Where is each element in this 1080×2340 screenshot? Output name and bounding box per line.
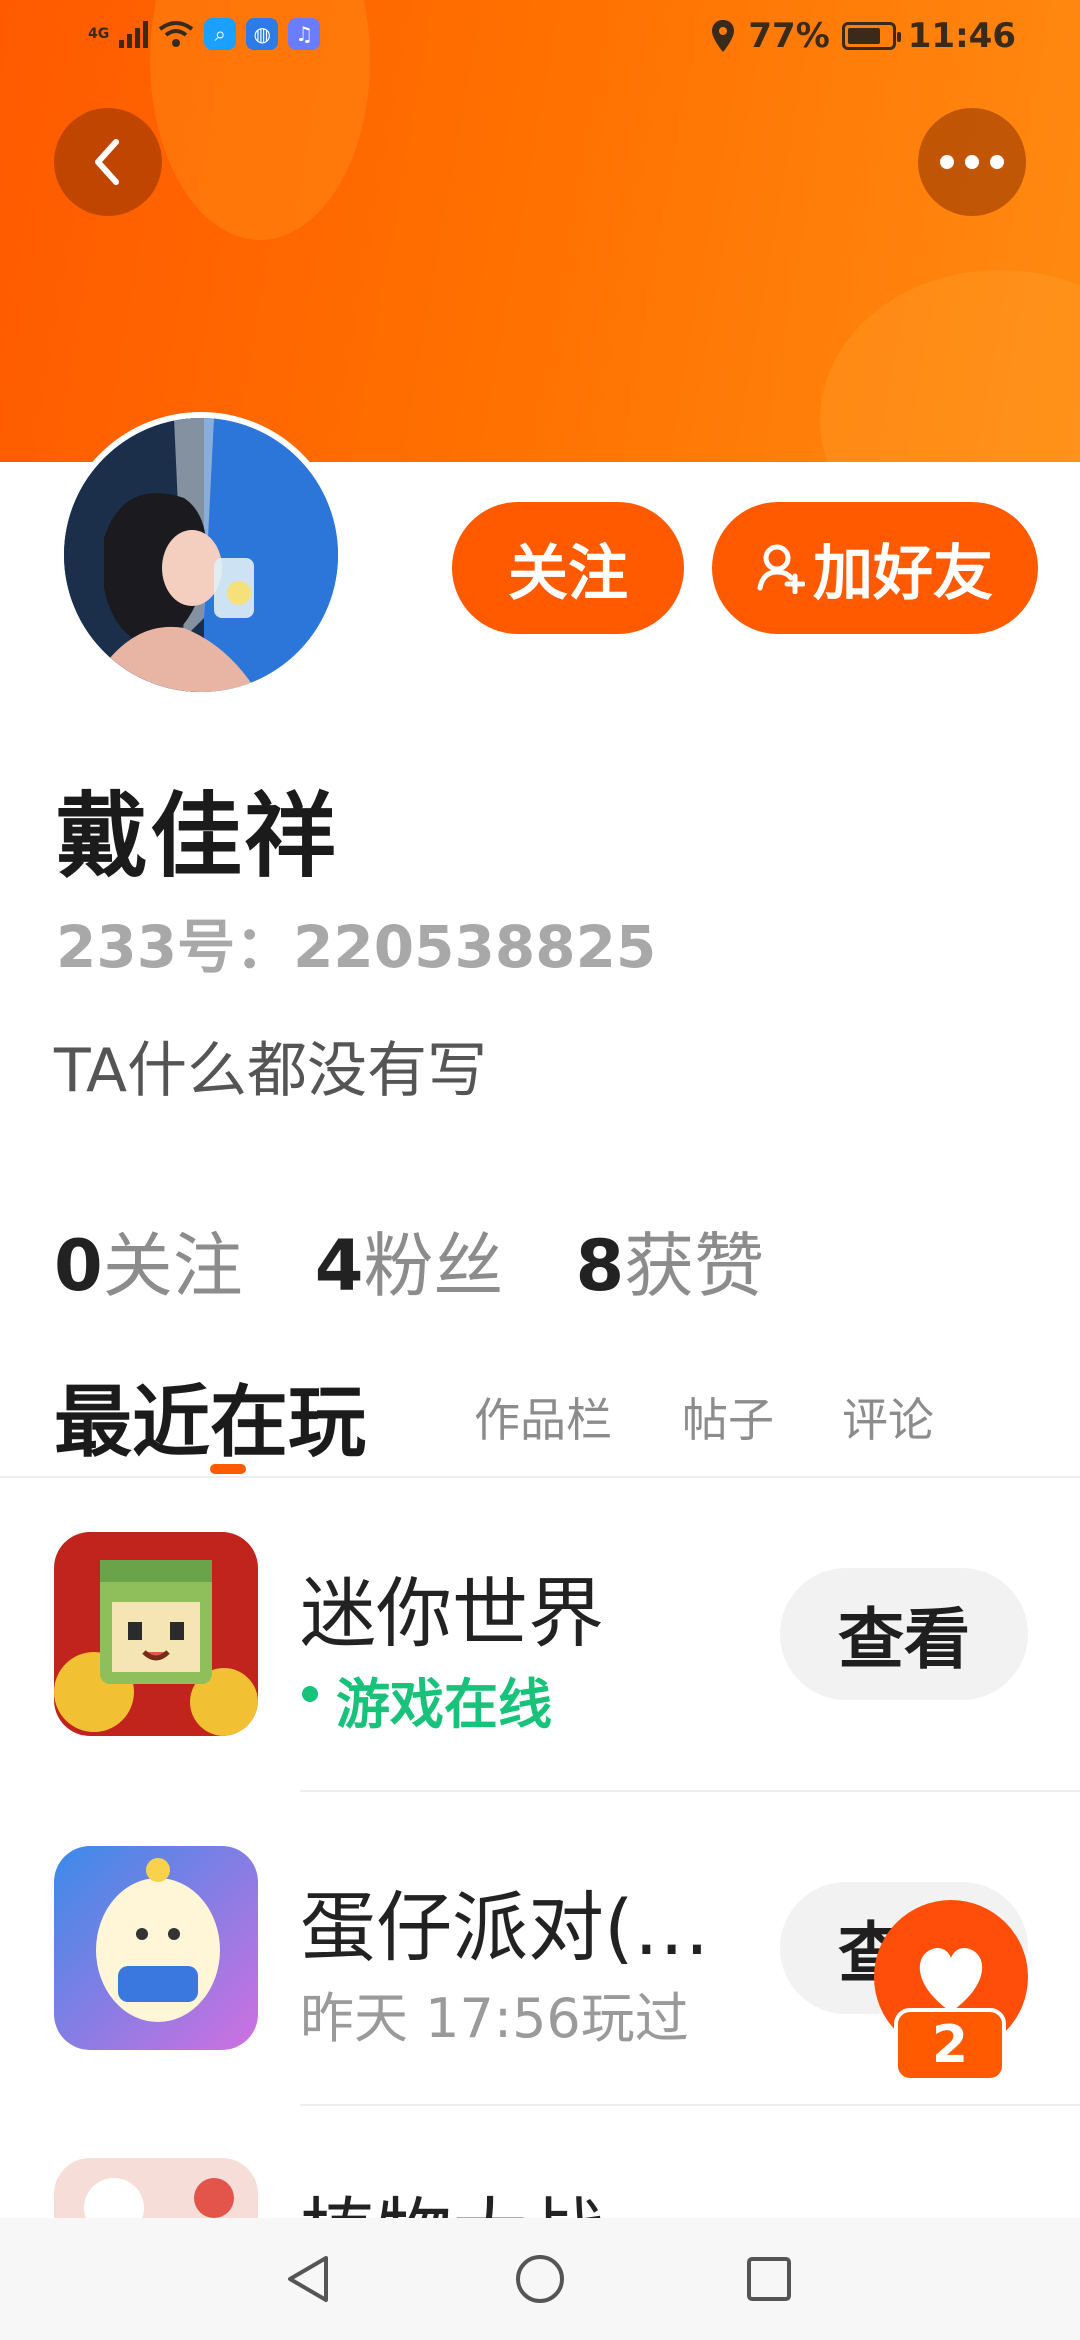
nav-recents-icon[interactable] xyxy=(742,2252,796,2306)
profile-tabs: 最近在玩 作品栏 帖子 评论 xyxy=(54,1360,1054,1474)
fans-label: 粉丝 xyxy=(363,1225,504,1307)
search-app-icon: ⌕ xyxy=(204,18,237,50)
profile-uid: 233号：220538825 xyxy=(56,913,657,981)
network-type: 4G xyxy=(88,26,110,42)
game-last-played: 昨天 17:56玩过 xyxy=(300,1987,689,2050)
following-count: 0 xyxy=(54,1225,103,1307)
like-count-badge: 2 xyxy=(894,2008,1006,2082)
tab-works[interactable]: 作品栏 xyxy=(474,1384,612,1450)
more-options-button[interactable] xyxy=(918,108,1026,216)
likes-label: 获赞 xyxy=(624,1225,765,1307)
battery-icon xyxy=(841,22,901,50)
online-status-dot xyxy=(302,1686,318,1702)
tab-posts[interactable]: 帖子 xyxy=(682,1384,774,1450)
profile-bio: TA什么都没有写 xyxy=(54,1036,488,1106)
active-tab-indicator xyxy=(210,1464,246,1474)
follow-button[interactable]: 关注 xyxy=(452,502,684,634)
game-icon-eggy-party xyxy=(54,1846,258,2050)
avatar[interactable] xyxy=(58,412,344,698)
game-row[interactable]: 植物大战 xyxy=(0,2158,1080,2218)
status-bar: 4G ⌕ ◍ ♫ 77% 11:46 xyxy=(0,0,1080,80)
game-status: 游戏在线 xyxy=(336,1673,552,1736)
battery-percent: 77% xyxy=(748,16,830,56)
add-friend-label: 加好友 xyxy=(813,538,993,609)
add-user-icon xyxy=(757,544,805,594)
row-separator xyxy=(300,1790,1080,1792)
game-icon-mini-world xyxy=(54,1532,258,1736)
back-button[interactable] xyxy=(54,108,162,216)
nav-home-icon[interactable] xyxy=(513,2252,567,2306)
avatar-illustration xyxy=(64,418,338,692)
game-title: 植物大战 xyxy=(300,2172,604,2218)
game-icon-plants-vs-zombies xyxy=(54,2158,258,2218)
tabs-divider xyxy=(0,1476,1080,1478)
stat-following[interactable]: 0关注 xyxy=(54,1210,243,1311)
game-title: 迷你世界 xyxy=(300,1569,604,1658)
music-app-icon: ♫ xyxy=(288,18,321,50)
fans-count: 4 xyxy=(314,1225,364,1307)
profile-stats: 0关注 4粉丝 8获赞 xyxy=(54,1210,764,1311)
signal-icon xyxy=(119,20,149,48)
tab-comments[interactable]: 评论 xyxy=(842,1384,934,1450)
browser-app-icon: ◍ xyxy=(246,18,279,50)
stat-likes[interactable]: 8获赞 xyxy=(575,1210,764,1311)
profile-name: 戴佳祥 xyxy=(56,783,339,890)
row-separator xyxy=(300,2104,1080,2106)
nav-back-icon[interactable] xyxy=(282,2252,336,2306)
wifi-icon xyxy=(159,21,194,47)
game-row[interactable]: 迷你世界 游戏在线 查看 xyxy=(0,1532,1080,1832)
game-title: 蛋仔派对(… xyxy=(300,1883,710,1972)
location-icon xyxy=(712,20,735,52)
chevron-left-icon xyxy=(95,139,119,185)
view-game-button[interactable]: 查看 xyxy=(780,1568,1028,1700)
more-horizontal-icon xyxy=(940,155,1004,169)
tab-recent-played[interactable]: 最近在玩 xyxy=(54,1360,366,1472)
likes-count: 8 xyxy=(575,1225,625,1307)
add-friend-button[interactable]: 加好友 xyxy=(712,502,1038,634)
clock: 11:46 xyxy=(907,16,1016,56)
system-nav-bar xyxy=(0,2218,1080,2340)
following-label: 关注 xyxy=(102,1225,243,1307)
stat-fans[interactable]: 4粉丝 xyxy=(315,1210,504,1311)
follow-label: 关注 xyxy=(508,538,628,609)
